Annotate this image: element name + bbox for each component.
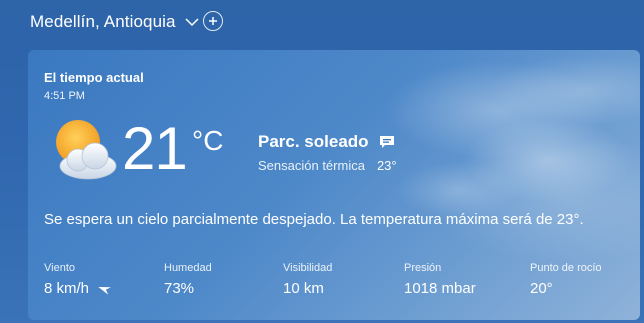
message-icon[interactable] (379, 135, 395, 149)
condition: Parc. soleado (258, 132, 395, 152)
location-name: Medellín, Antioquia (30, 12, 176, 31)
condition-text: Parc. soleado (258, 132, 369, 151)
add-location-button[interactable] (203, 11, 223, 31)
stat-value: 8 km/h (44, 280, 90, 297)
stat-humidity[interactable]: Humedad 73% (164, 262, 212, 297)
stat-dew-point[interactable]: Punto de rocío 20° (530, 262, 602, 297)
stat-wind[interactable]: Viento 8 km/h (44, 262, 112, 297)
feels-like: Sensación térmica 23° (258, 158, 397, 173)
current-weather-heading: El tiempo actual (44, 70, 144, 85)
plus-icon (209, 17, 217, 25)
stat-pressure[interactable]: Presión 1018 mbar (404, 262, 476, 297)
temperature-unit: °C (192, 125, 224, 156)
feels-like-value: 23° (376, 158, 397, 173)
stat-value: 20° (530, 280, 553, 297)
wind-arrow-icon (98, 286, 112, 295)
stat-label: Viento (44, 262, 75, 274)
stat-value: 73% (164, 280, 195, 297)
temperature-value: 21 (122, 115, 188, 182)
forecast-summary: Se espera un cielo parcialmente despejad… (44, 211, 584, 228)
stat-label: Humedad (164, 262, 212, 274)
current-weather-card[interactable]: El tiempo actual 4:51 PM 21 °C Parc. sol… (28, 50, 640, 320)
stat-value: 1018 mbar (404, 280, 476, 297)
observation-time: 4:51 PM (44, 90, 85, 102)
stat-value: 10 km (283, 280, 324, 297)
weather-stats: Viento 8 km/h Humedad 73% Visibilidad 10… (44, 262, 634, 302)
top-bar: Medellín, Antioquia (0, 0, 644, 44)
stat-visibility[interactable]: Visibilidad 10 km (283, 262, 332, 297)
stat-value-wrap: 8 km/h (44, 280, 112, 297)
partly-sunny-icon (56, 120, 117, 180)
feels-like-label: Sensación térmica (258, 158, 365, 173)
stat-label: Punto de rocío (530, 262, 602, 274)
chevron-down-icon (185, 18, 199, 27)
stat-label: Visibilidad (283, 262, 333, 274)
location-selector[interactable]: Medellín, Antioquia (30, 12, 200, 32)
stat-label: Presión (404, 262, 442, 274)
